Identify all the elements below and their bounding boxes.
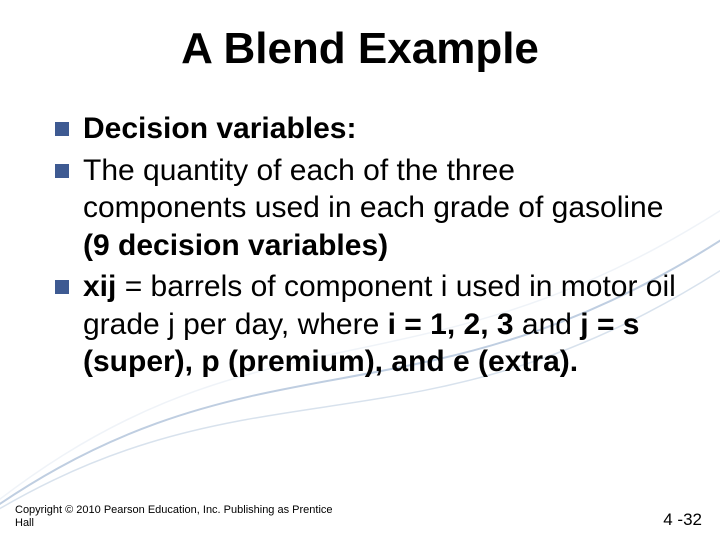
page-number: 4 -32 <box>663 510 702 530</box>
slide-body: Decision variables: The quantity of each… <box>55 110 680 385</box>
slide-title: A Blend Example <box>0 24 720 74</box>
bullet-quantity: The quantity of each of the three compon… <box>55 152 680 265</box>
slide: A Blend Example Decision variables: The … <box>0 0 720 540</box>
square-bullet-icon <box>55 164 69 178</box>
square-bullet-icon <box>55 122 69 136</box>
bullet-text-bold: (9 decision variables) <box>83 229 388 262</box>
copyright-footer: Copyright © 2010 Pearson Education, Inc.… <box>15 504 335 530</box>
bullet-text: The quantity of each of the three compon… <box>83 154 663 225</box>
bullet-decision-variables: Decision variables: <box>55 110 680 148</box>
bullet-xij: xij = barrels of component i used in mot… <box>55 268 680 381</box>
bullet-text: and <box>514 308 581 341</box>
bullet-text-bold: i = 1, 2, 3 <box>388 308 514 341</box>
bullet-text-bold: xij <box>83 270 116 303</box>
bullet-text: Decision variables: <box>83 112 356 145</box>
square-bullet-icon <box>55 280 69 294</box>
